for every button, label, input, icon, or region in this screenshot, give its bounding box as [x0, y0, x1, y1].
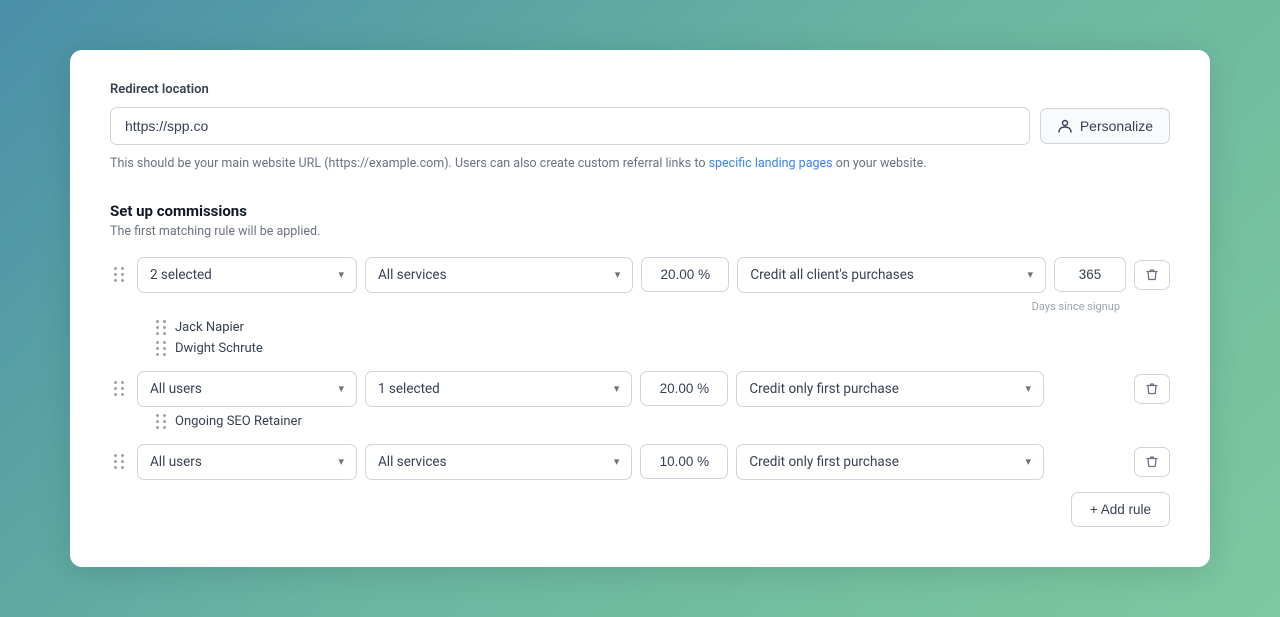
drag-dots [156, 320, 167, 335]
chevron-down-icon: ▾ [614, 455, 620, 468]
add-rule-button[interactable]: + Add rule [1071, 492, 1170, 527]
personalize-icon [1057, 118, 1073, 134]
days-since-label-1: Days since signup [1032, 300, 1120, 313]
drag-handle-1[interactable] [110, 265, 129, 284]
redirect-label: Redirect location [110, 82, 1170, 97]
percent-input-1[interactable] [641, 257, 729, 292]
expanded-items-2: Ongoing SEO Retainer [156, 411, 1170, 432]
days-input-1[interactable] [1054, 257, 1126, 292]
services-select-3[interactable]: All services ▾ [365, 444, 632, 480]
delete-button-1[interactable] [1134, 260, 1170, 290]
users-select-2[interactable]: All users ▾ [137, 371, 357, 407]
drag-handle-2[interactable] [110, 379, 129, 398]
percent-input-2[interactable] [640, 371, 728, 406]
list-item: Dwight Schrute [156, 338, 1170, 359]
landing-pages-link[interactable]: specific landing pages [709, 156, 833, 171]
chevron-down-icon: ▾ [338, 455, 344, 468]
personalize-button[interactable]: Personalize [1040, 108, 1170, 144]
chevron-down-icon: ▾ [1025, 455, 1031, 468]
rule-row-3: All users ▾ All services ▾ Credit only f… [110, 444, 1170, 480]
list-item: Jack Napier [156, 317, 1170, 338]
chevron-down-icon: ▾ [338, 268, 344, 281]
trash-icon [1145, 455, 1159, 469]
percent-input-3[interactable] [640, 444, 728, 479]
credit-select-3[interactable]: Credit only first purchase ▾ [736, 444, 1044, 480]
delete-button-3[interactable] [1134, 447, 1170, 477]
chevron-down-icon: ▾ [338, 382, 344, 395]
trash-icon [1145, 382, 1159, 396]
users-select-3[interactable]: All users ▾ [137, 444, 357, 480]
drag-handle-3[interactable] [110, 452, 129, 471]
help-text: This should be your main website URL (ht… [110, 155, 1170, 174]
expanded-items-1: Jack Napier Dwight Schrute [156, 317, 1170, 359]
credit-select-2[interactable]: Credit only first purchase ▾ [736, 371, 1044, 407]
chevron-down-icon: ▾ [1027, 268, 1033, 281]
users-select-1[interactable]: 2 selected ▾ [137, 257, 357, 293]
rule-row-2: All users ▾ 1 selected ▾ Credit only fir… [110, 371, 1170, 432]
delete-button-2[interactable] [1134, 374, 1170, 404]
settings-card: Redirect location Personalize This shoul… [70, 50, 1210, 567]
drag-dots [156, 341, 167, 356]
credit-select-1[interactable]: Credit all client's purchases ▾ [737, 257, 1046, 293]
drag-dots [156, 414, 167, 429]
trash-icon [1145, 268, 1159, 282]
list-item: Ongoing SEO Retainer [156, 411, 1170, 432]
chevron-down-icon: ▾ [1025, 382, 1031, 395]
commissions-subtitle: The first matching rule will be applied. [110, 224, 1170, 239]
commissions-title: Set up commissions [110, 202, 1170, 220]
url-input[interactable] [110, 107, 1030, 145]
chevron-down-icon: ▾ [614, 382, 620, 395]
personalize-label: Personalize [1080, 118, 1153, 134]
services-select-2[interactable]: 1 selected ▾ [365, 371, 632, 407]
rule-row-1: 2 selected ▾ All services ▾ Credit all c… [110, 257, 1170, 359]
services-select-1[interactable]: All services ▾ [365, 257, 633, 293]
chevron-down-icon: ▾ [615, 268, 621, 281]
